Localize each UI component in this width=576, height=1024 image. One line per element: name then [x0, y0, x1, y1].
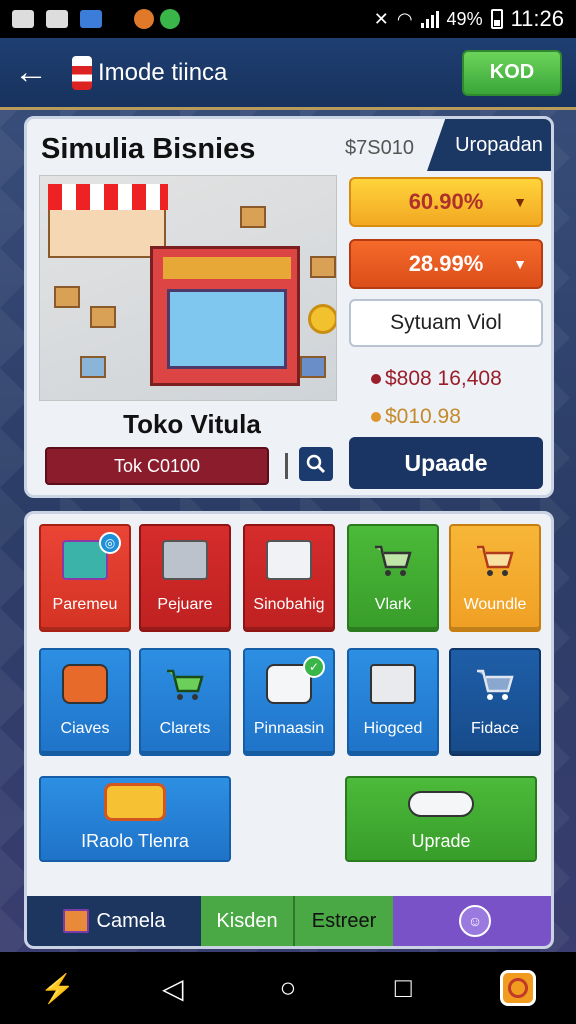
actions-grid: ◎ Paremeu Pejuare Sinobahig Vlark Woundl… [24, 511, 554, 949]
camera-app-icon[interactable] [496, 966, 540, 1010]
tile-label: Paremeu [52, 596, 118, 613]
cart-icon [370, 540, 416, 580]
gallery-icon [12, 10, 34, 28]
bottom-tab-bar: Camela Kisden Estreer ☺ [27, 896, 551, 946]
text-field[interactable]: Sytuam Viol [349, 299, 543, 347]
business-card: Simulia Bisnies $7S010 Uropadan Toko Vit… [24, 116, 554, 498]
battery-percent: 49% [446, 8, 483, 29]
package-icon [370, 664, 416, 704]
tile-label: Ciaves [60, 720, 110, 737]
home-circle-icon[interactable]: ○ [266, 966, 310, 1010]
stat-revenue-value: $808 16,408 [385, 367, 502, 390]
orange-dot-icon [371, 412, 381, 423]
crate-icon [162, 540, 208, 580]
truck-icon [62, 664, 108, 704]
tile-hiogced[interactable]: Hiogced [347, 648, 439, 756]
badge-icon: ✓ [303, 656, 325, 678]
tile-uprade[interactable]: Uprade [345, 776, 537, 862]
app-logo [72, 55, 92, 90]
red-dot-icon [371, 374, 381, 385]
tile-sinobahig[interactable]: Sinobahig [243, 524, 335, 632]
mute-icon: ✕ [373, 8, 389, 29]
tile-label: Uprade [411, 831, 471, 851]
cart-icon [472, 664, 518, 704]
badge-icon: ◎ [99, 532, 121, 554]
tile-label: Fidace [470, 720, 520, 737]
app-icon [80, 10, 102, 28]
tile-ciaves[interactable]: Ciaves [39, 648, 131, 756]
app-bar: ← Imode tiinca KOD [0, 38, 576, 110]
tile-label: Pinnaasin [253, 720, 325, 737]
tab-profile[interactable]: ☺ [393, 896, 551, 946]
tile-label: IRaolo Tlenra [81, 831, 189, 851]
back-triangle-icon[interactable]: ◁ [151, 966, 195, 1010]
kod-button[interactable]: KOD [462, 49, 562, 96]
dropdown-percentage-1[interactable]: 60.90% ▼ [349, 177, 543, 227]
recents-square-icon[interactable]: □ [381, 966, 425, 1010]
business-price: $7S010 [345, 137, 414, 159]
status-right: ✕ ◠ 49% 11:26 [374, 6, 564, 32]
tile-label: Hiogced [363, 720, 423, 737]
market-stall [48, 184, 168, 258]
store-name: Toko Vitula [123, 409, 261, 439]
upgrade-tab[interactable]: Uropadan [427, 119, 551, 171]
leaf-icon [160, 9, 180, 29]
dropdown-percentage-2[interactable]: 28.99% ▼ [349, 239, 543, 289]
tile-woundle[interactable]: Woundle [449, 524, 541, 632]
tile-pinnaasin[interactable]: ✓ Pinnaasin [243, 648, 335, 756]
battery-icon [490, 9, 503, 29]
store-illustration [39, 175, 337, 401]
tab-kisden[interactable]: Kisden [201, 896, 295, 946]
stat-cost: $010.98 [371, 405, 461, 429]
cart-icon [472, 540, 518, 580]
dropdown-1-value: 60.90% [408, 189, 484, 214]
toggle-icon [408, 791, 474, 817]
package-icon [266, 540, 312, 580]
chevron-down-icon: ▼ [513, 256, 527, 272]
back-arrow-icon[interactable]: ← [14, 53, 58, 92]
shop-building [150, 246, 300, 386]
tile-label: Vlark [374, 596, 412, 613]
tile-vlark[interactable]: Vlark [347, 524, 439, 632]
cart-icon [162, 664, 208, 704]
basketball-icon [134, 9, 154, 29]
lightning-icon[interactable]: ⚡ [36, 966, 80, 1010]
divider [285, 453, 288, 479]
tab-estreer[interactable]: Estreer [295, 896, 393, 946]
tile-label: Clarets [159, 720, 211, 737]
store-code-input[interactable]: Tok C0100 [45, 447, 269, 485]
tile-iraolo-tlenra[interactable]: IRaolo Tlenra [39, 776, 231, 862]
ticket-icon [104, 783, 166, 821]
app-title: Imode tiinca [98, 58, 228, 86]
tile-fidace[interactable]: Fidace [449, 648, 541, 756]
tile-label: Woundle [463, 596, 527, 613]
status-bar: ✕ ◠ 49% 11:26 [0, 0, 576, 38]
dropdown-2-value: 28.99% [408, 251, 484, 276]
upgrade-button[interactable]: Upaade [349, 437, 543, 489]
search-button[interactable] [299, 447, 333, 481]
coin-icon [308, 304, 336, 334]
tile-clarets[interactable]: Clarets [139, 648, 231, 756]
clock: 11:26 [510, 6, 564, 31]
tile-label: Pejuare [157, 596, 213, 613]
tile-paremeu[interactable]: ◎ Paremeu [39, 524, 131, 632]
stat-cost-value: $010.98 [385, 405, 461, 428]
tab-camela[interactable]: Camela [27, 896, 201, 946]
system-nav-bar: ⚡ ◁ ○ □ [0, 952, 576, 1024]
tab-label: Camela [96, 909, 166, 932]
search-icon [306, 454, 326, 474]
tile-pejuare[interactable]: Pejuare [139, 524, 231, 632]
calendar-icon [46, 10, 68, 28]
business-title: Simulia Bisnies [41, 133, 256, 165]
face-icon: ☺ [459, 905, 491, 937]
wifi-icon: ◠ [396, 8, 413, 29]
stat-revenue: $808 16,408 [371, 367, 502, 391]
package-icon [62, 909, 89, 933]
tile-label: Sinobahig [253, 596, 325, 613]
signal-icon [420, 10, 439, 28]
chevron-down-icon: ▼ [513, 194, 527, 210]
